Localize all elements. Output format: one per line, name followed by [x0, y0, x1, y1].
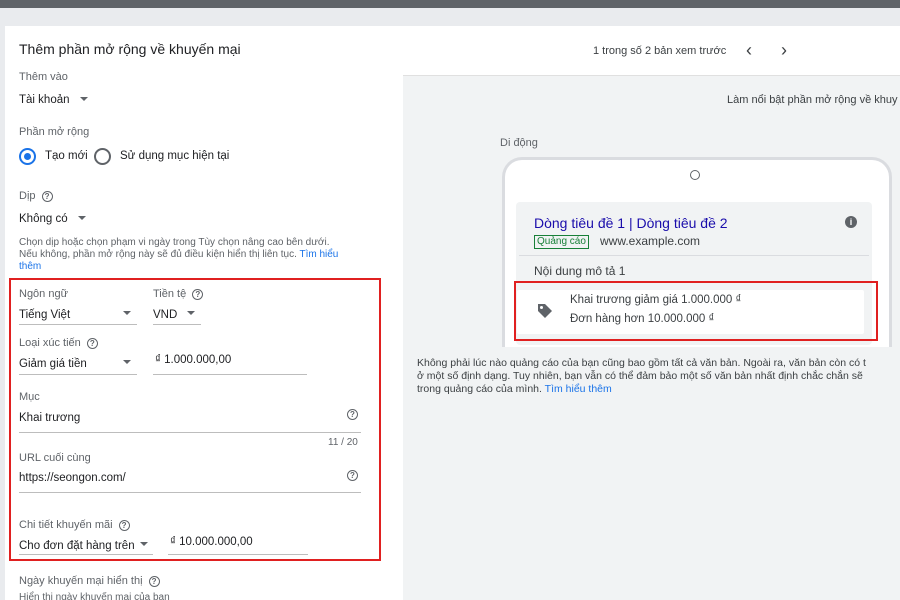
currency-label: Tiền tệ	[153, 288, 187, 300]
help-icon[interactable]: ?	[192, 288, 204, 300]
occasion-help-line2-wrap: Nếu không, phần mở rộng này sẽ đủ điều k…	[19, 249, 338, 260]
promo-details-dropdown[interactable]: Cho đơn đặt hàng trên	[19, 536, 153, 554]
currency-label-wrap: Tiền tệ ?	[153, 288, 204, 300]
promo-details-label: Chi tiết khuyến mãi	[19, 519, 113, 531]
ad-headline: Dòng tiêu đề 1 | Dòng tiêu đề 2	[534, 215, 728, 231]
promo-details-underline	[19, 554, 153, 555]
discount-amount-input[interactable]: ₫ 1.000.000,00	[155, 354, 231, 366]
note-line2: ở một số định dạng. Tuy nhiên, bạn vẫn c…	[417, 370, 863, 382]
add-to-dropdown[interactable]: Tài khoản	[19, 90, 88, 108]
chevron-left-icon[interactable]: ‹	[746, 40, 752, 61]
item-input[interactable]: Khai trương	[19, 412, 80, 424]
highlight-extension-text: Làm nổi bật phần mở rộng về khuy	[727, 94, 898, 106]
occasion-help-line2: Nếu không, phần mở rộng này sẽ đủ điều k…	[19, 249, 297, 260]
add-to-label: Thêm vào	[19, 71, 68, 83]
order-amount-underline	[168, 554, 308, 555]
display-date-sub: Hiển thị ngày khuyến mại của bạn	[19, 592, 170, 600]
radio-create-new[interactable]	[19, 148, 36, 165]
occasion-help-line1: Chọn dịp hoặc chọn phạm vi ngày trong Tù…	[19, 237, 330, 248]
occasion-label: Dịp	[19, 190, 36, 202]
occasion-value: Không có	[19, 213, 68, 225]
promo-type-label: Loại xúc tiến	[19, 337, 81, 349]
help-icon[interactable]: ?	[118, 519, 130, 531]
promo-details-label-wrap: Chi tiết khuyến mãi ?	[19, 519, 130, 531]
phone-camera-icon	[690, 170, 700, 180]
currency-dropdown[interactable]: VND	[153, 305, 201, 323]
final-url-underline	[19, 492, 361, 493]
display-date-label: Ngày khuyến mại hiển thị	[19, 575, 143, 587]
help-icon[interactable]: ?	[347, 470, 358, 481]
form-title: Thêm phần mở rộng về khuyến mại	[19, 41, 241, 57]
help-icon[interactable]: ?	[86, 337, 98, 349]
ad-url: www.example.com	[600, 234, 701, 248]
radio-use-existing[interactable]	[94, 148, 111, 165]
radio-create-new-label: Tạo mới	[45, 150, 88, 162]
help-icon[interactable]: ?	[41, 190, 53, 202]
ad-description: Nội dung mô tả 1	[534, 264, 626, 278]
language-dropdown[interactable]: Tiếng Việt	[19, 305, 137, 323]
help-icon[interactable]: ?	[347, 409, 358, 420]
item-char-counter: 11 / 20	[328, 437, 358, 448]
extension-label: Phần mở rộng	[19, 126, 90, 138]
chevron-down-icon	[79, 96, 88, 101]
promo-highlight-box	[514, 281, 878, 341]
chevron-down-icon	[140, 542, 148, 546]
item-underline	[19, 432, 361, 433]
help-icon[interactable]: ?	[148, 575, 160, 587]
occasion-label-wrap: Dịp ?	[19, 190, 53, 202]
note-line3: trong quảng cáo của mình.	[417, 383, 542, 395]
language-underline	[19, 324, 137, 325]
item-label: Mục	[19, 391, 40, 403]
language-value: Tiếng Việt	[19, 309, 71, 321]
promo-type-underline	[19, 374, 137, 375]
chevron-right-icon[interactable]: ›	[781, 40, 787, 61]
currency-underline	[153, 324, 201, 325]
preview-pager: 1 trong số 2 bản xem trước	[593, 45, 727, 57]
promo-details-value: Cho đơn đặt hàng trên	[19, 540, 135, 552]
chevron-down-icon	[123, 311, 131, 315]
ad-divider	[519, 255, 869, 256]
promo-type-value: Giảm giá tiền	[19, 358, 87, 370]
currency-value: VND	[153, 309, 178, 321]
add-to-value: Tài khoản	[19, 94, 70, 106]
chevron-down-icon	[123, 360, 131, 364]
learn-more-link[interactable]: Tìm hiểu	[299, 249, 338, 260]
chevron-down-icon	[187, 311, 195, 315]
top-bar	[0, 0, 900, 8]
ad-badge: Quảng cáo	[534, 235, 589, 249]
final-url-input[interactable]: https://seongon.com/	[19, 472, 126, 484]
note-learn-more-link[interactable]: Tìm hiểu thêm	[545, 383, 612, 395]
final-url-label: URL cuối cùng	[19, 452, 91, 464]
language-label: Ngôn ngữ	[19, 288, 68, 300]
note-line3-wrap: trong quảng cáo của mình. Tìm hiểu thêm	[417, 383, 612, 395]
chevron-down-icon	[78, 215, 87, 220]
order-amount-input[interactable]: ₫ 10.000.000,00	[170, 536, 253, 548]
device-label: Di động	[500, 137, 538, 149]
info-icon[interactable]: i	[845, 216, 857, 228]
promo-type-dropdown[interactable]: Giảm giá tiền	[19, 354, 137, 372]
radio-use-existing-label: Sử dụng mục hiện tại	[120, 150, 230, 162]
learn-more-link-cont[interactable]: thêm	[19, 261, 41, 272]
promo-type-label-wrap: Loại xúc tiến ?	[19, 337, 98, 349]
display-date-label-wrap: Ngày khuyến mại hiển thị ?	[19, 575, 160, 587]
occasion-dropdown[interactable]: Không có	[19, 209, 87, 227]
note-line1: Không phải lúc nào quảng cáo của bạn cũn…	[417, 357, 866, 369]
discount-amount-underline	[153, 374, 307, 375]
